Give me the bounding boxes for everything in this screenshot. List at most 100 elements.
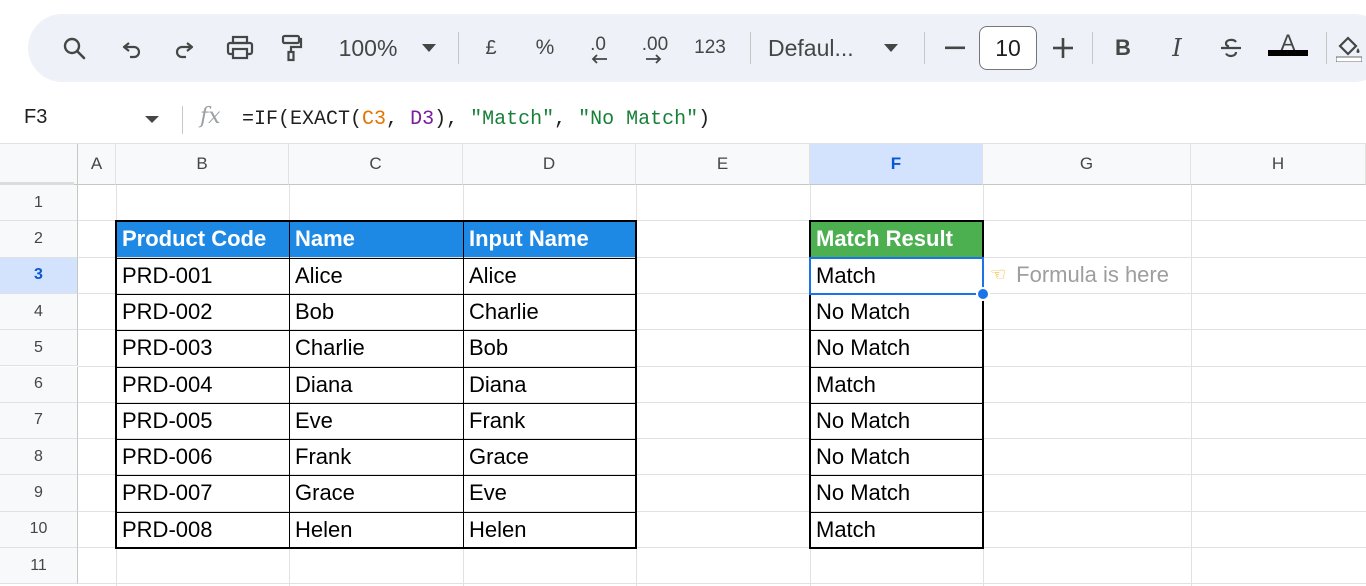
table-border [810,257,983,259]
toolbar: 100% £ % .0 .00 123 Defaul... 10 B I A [28,14,1366,82]
increase-decimal-button[interactable]: .00 [632,14,678,82]
match-result-cell[interactable]: Match [810,512,983,548]
select-all-corner[interactable] [0,144,78,186]
grid-line [636,185,637,586]
zoom-dropdown[interactable] [418,14,440,82]
formula-text: =IF(EXACT( [242,108,363,131]
search-menus-button[interactable] [56,14,92,82]
zoom-select[interactable]: 100% [328,14,408,82]
column-header-a[interactable]: A [78,144,116,185]
redo-button[interactable] [166,14,202,82]
font-name: Defaul... [768,34,854,61]
text-color-button[interactable]: A [1268,14,1308,82]
table-border [116,330,636,332]
match-result-cell[interactable]: No Match [810,475,983,511]
table-border [463,221,464,548]
arrow-right-icon [644,54,666,64]
decrease-decimal-button[interactable]: .0 [578,14,618,82]
table-cell[interactable]: Bob [289,294,463,330]
more-formats-button[interactable]: 123 [688,14,732,82]
table-cell[interactable]: PRD-005 [116,403,289,439]
percent-button[interactable]: % [530,14,560,82]
row-header-4[interactable]: 4 [0,293,78,331]
fill-color-button[interactable] [1334,14,1364,82]
table-cell[interactable]: Frank [463,403,636,439]
table-cell[interactable]: Diana [289,367,463,403]
grid-line [983,185,984,586]
table-cell[interactable]: Helen [463,512,636,548]
table-cell[interactable]: Frank [289,439,463,475]
increase-font-size-button[interactable] [1048,14,1078,82]
table-cell[interactable]: PRD-007 [116,475,289,511]
row-header-10[interactable]: 10 [0,511,78,548]
table-cell[interactable]: Eve [463,475,636,511]
table-cell[interactable]: Alice [289,258,463,294]
row-header-8[interactable]: 8 [0,439,78,476]
match-result-header[interactable]: Match Result [810,221,983,258]
table-cell[interactable]: Bob [463,330,636,366]
row-header-9[interactable]: 9 [0,475,78,512]
match-result-cell[interactable]: No Match [810,330,983,366]
table-cell[interactable]: Grace [463,439,636,475]
column-header-f[interactable]: F [810,144,983,185]
row-header-6[interactable]: 6 [0,366,78,403]
table-cell[interactable]: PRD-006 [116,439,289,475]
row-header-3[interactable]: 3 [0,257,78,294]
formula-bar: F3 fx =IF(EXACT(C3, D3), "Match", "No Ma… [0,96,1366,144]
table-cell[interactable]: Eve [289,403,463,439]
row-header-1[interactable]: 1 [0,185,78,222]
decrease-font-size-button[interactable] [940,14,970,82]
table-border [116,402,636,404]
column-header-c[interactable]: C [289,144,463,185]
table-border [810,439,983,441]
print-button[interactable] [220,14,260,82]
table-cell[interactable]: Charlie [463,294,636,330]
match-result-cell[interactable]: No Match [810,403,983,439]
table-cell[interactable]: PRD-002 [116,294,289,330]
strikethrough-button[interactable] [1216,14,1246,82]
bold-button[interactable]: B [1108,14,1138,82]
table-header-cell[interactable]: Name [289,221,463,258]
table-cell[interactable]: PRD-001 [116,258,289,294]
fill-handle[interactable] [976,286,990,301]
formula-input[interactable]: =IF(EXACT(C3, D3), "Match", "No Match") [242,108,710,131]
table-cell[interactable]: Charlie [289,330,463,366]
table-cell[interactable]: PRD-008 [116,512,289,548]
chevron-down-icon[interactable] [145,116,159,123]
table-header-cell[interactable]: Product Code [116,221,289,258]
table-cell[interactable]: PRD-004 [116,367,289,403]
match-result-cell[interactable]: No Match [810,294,983,330]
column-header-b[interactable]: B [116,144,289,185]
table-cell[interactable]: Helen [289,512,463,548]
column-header-g[interactable]: G [983,144,1191,185]
italic-button[interactable]: I [1162,14,1192,82]
match-result-cell[interactable]: Match [810,258,983,294]
row-header-11[interactable]: 11 [0,548,78,585]
row-header-2[interactable]: 2 [0,221,78,258]
row-header-7[interactable]: 7 [0,402,78,440]
match-result-cell[interactable]: Match [810,367,983,403]
table-cell[interactable]: Alice [463,258,636,294]
zoom-value: 100% [338,34,398,61]
table-border [116,511,636,513]
match-result-cell[interactable]: No Match [810,439,983,475]
row-header-5[interactable]: 5 [0,330,78,367]
undo-button[interactable] [114,14,150,82]
currency-button[interactable]: £ [476,14,506,82]
table-cell[interactable]: Diana [463,367,636,403]
name-box[interactable]: F3 [24,106,47,129]
column-header-d[interactable]: D [463,144,636,185]
text-color-swatch [1268,50,1308,56]
toolbar-divider [750,32,751,64]
font-dropdown[interactable] [880,14,902,82]
font-size-input[interactable]: 10 [979,26,1037,70]
table-cell[interactable]: PRD-003 [116,330,289,366]
grid-line [78,583,1366,585]
table-header-cell[interactable]: Input Name [463,221,636,258]
formula-note: ☜ Formula is here [990,258,1169,292]
table-cell[interactable]: Grace [289,475,463,511]
column-header-h[interactable]: H [1191,144,1366,185]
paint-format-button[interactable] [274,14,310,82]
column-header-e[interactable]: E [636,144,810,185]
font-select[interactable]: Defaul... [768,14,872,82]
